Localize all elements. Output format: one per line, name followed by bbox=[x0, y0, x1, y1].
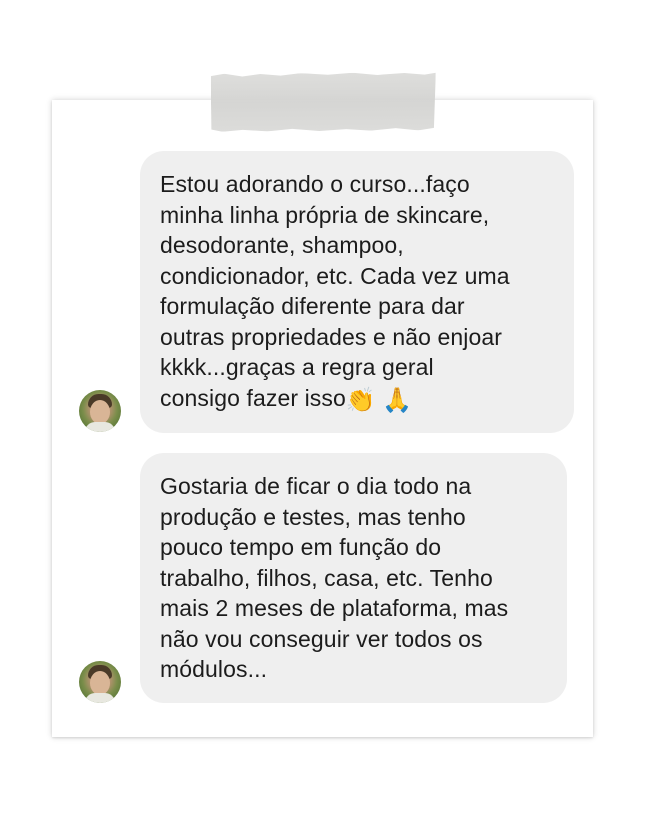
folded-hands-icon: 🙏 bbox=[382, 386, 413, 414]
message-bubble[interactable]: Gostaria de ficar o dia todo na produção… bbox=[140, 453, 567, 703]
sender-avatar[interactable] bbox=[79, 661, 121, 703]
avatar-shirt bbox=[85, 693, 115, 703]
avatar-face bbox=[90, 671, 110, 695]
avatar-shirt bbox=[85, 422, 115, 432]
testimonial-page: Estou adorando o curso...faço minha linh… bbox=[0, 0, 657, 820]
clapping-hands-icon: 👏 bbox=[345, 386, 376, 414]
message-line: Gostaria de ficar o dia todo na bbox=[160, 473, 472, 499]
sender-avatar[interactable] bbox=[79, 390, 121, 432]
message-line: trabalho, filhos, casa, etc. Tenho bbox=[160, 564, 493, 591]
tape-strip bbox=[211, 72, 436, 132]
message-line: formulação diferente para dar bbox=[160, 293, 465, 319]
message-line: condicionador, etc. Cada vez uma bbox=[160, 262, 510, 289]
message-bubble[interactable]: Estou adorando o curso...faço minha linh… bbox=[140, 151, 574, 433]
message-line: produção e testes, mas tenho bbox=[160, 503, 466, 530]
message-line-last: consigo fazer isso👏 🙏 bbox=[160, 383, 554, 417]
message-line: kkkk...graças a regra geral bbox=[160, 354, 434, 380]
message-line: desodorante, shampoo, bbox=[160, 232, 404, 258]
avatar-face bbox=[90, 400, 110, 424]
message-line: não vou conseguir ver todos os bbox=[160, 625, 483, 652]
message-line: outras propriedades e não enjoar bbox=[160, 323, 503, 350]
message-line: pouco tempo em função do bbox=[160, 534, 442, 560]
message-line: Estou adorando o curso...faço bbox=[160, 171, 470, 197]
message-line: módulos... bbox=[160, 656, 268, 682]
message-line-text: consigo fazer isso bbox=[160, 384, 346, 411]
message-line: minha linha própria de skincare, bbox=[160, 201, 490, 228]
message-line: mais 2 meses de plataforma, mas bbox=[160, 595, 509, 621]
